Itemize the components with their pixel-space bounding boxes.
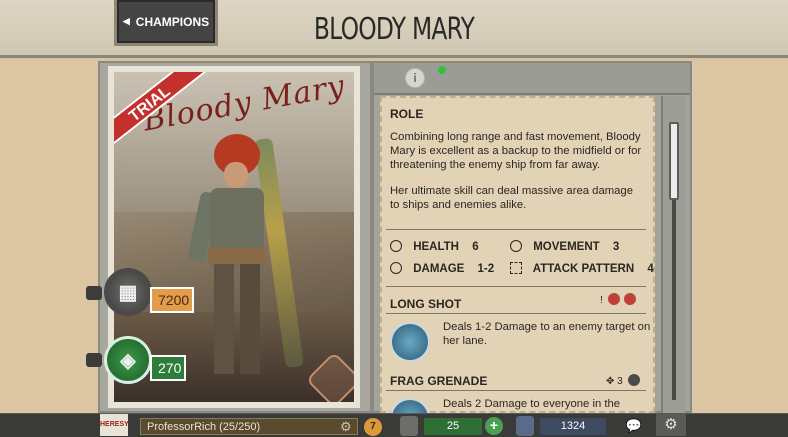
target-ship-icon	[627, 374, 640, 386]
ability-tag-text: 3	[617, 376, 623, 387]
gold-currency-button[interactable]: ▦	[104, 268, 152, 316]
character-leg	[214, 264, 234, 374]
divider	[386, 313, 646, 314]
settings-gear-icon[interactable]: ⚙	[656, 414, 686, 436]
player-profile[interactable]: ProfessorRich (25/250)	[140, 418, 358, 435]
stat-movement-label: MOVEMENT	[533, 241, 600, 253]
premium-gem-icon: ◈	[120, 349, 136, 372]
bubble-knob	[86, 353, 102, 367]
stat-health: HEALTH 6	[390, 240, 479, 253]
back-button-label: CHAMPIONS	[135, 14, 210, 29]
green-price: 270	[150, 355, 186, 381]
currency-coin-icon	[400, 416, 418, 436]
stat-damage: DAMAGE 1-2	[390, 262, 494, 275]
divider	[386, 390, 646, 391]
green-currency-amount: 25	[424, 418, 482, 435]
bubble-knob	[86, 286, 102, 300]
stat-attack-pattern-value: 4	[647, 263, 654, 275]
stat-attack-pattern: ATTACK PATTERN 4	[510, 262, 654, 275]
role-description: Combining long range and fast movement, …	[390, 131, 642, 171]
green-currency-button[interactable]: ◈	[104, 336, 152, 384]
divider	[386, 229, 646, 230]
stat-movement: MOVEMENT 3	[510, 240, 619, 253]
info-icon[interactable]: i	[405, 68, 425, 88]
long-shot-icon[interactable]	[390, 322, 430, 362]
stat-health-label: HEALTH	[413, 241, 459, 253]
area-pattern-icon: ✥	[606, 376, 615, 387]
target-enemy-icon	[607, 293, 620, 305]
player-level-badge: 7	[364, 418, 382, 436]
crosshair-icon	[510, 240, 522, 252]
add-currency-button[interactable]: +	[485, 417, 503, 435]
cash-icon	[516, 416, 534, 436]
skull-icon	[390, 262, 402, 274]
ability-name: LONG SHOT	[390, 297, 462, 311]
character-face	[224, 162, 248, 188]
ability-description: Deals 2 Damage to everyone in the	[443, 398, 621, 410]
stat-damage-label: DAMAGE	[413, 263, 465, 275]
stat-movement-value: 3	[612, 241, 620, 253]
role-ultimate-description: Her ultimate skill can deal massive area…	[390, 185, 633, 211]
ability-description: Deals 1-2 Damage to an enemy target on h…	[443, 321, 651, 347]
ability-tags: ✥ 3	[606, 374, 640, 387]
character-belt	[208, 248, 266, 264]
character-leg	[240, 264, 260, 374]
divider	[386, 286, 646, 287]
role-heading: ROLE	[390, 107, 424, 121]
stat-attack-pattern-label: ATTACK PATTERN	[532, 263, 635, 275]
scroll-thumb[interactable]	[669, 122, 679, 200]
right-margin-panel	[692, 61, 788, 413]
game-logo[interactable]: HERESY	[100, 414, 129, 436]
target-ship-icon	[624, 293, 637, 305]
chat-icon[interactable]: 💬	[622, 416, 646, 436]
profile-gear-icon[interactable]: ⚙	[340, 418, 352, 435]
heart-icon	[390, 240, 402, 252]
cash-amount: 1324	[540, 418, 606, 435]
gold-price: 7200	[150, 287, 194, 313]
ability-name: FRAG GRENADE	[390, 374, 488, 388]
stat-health-value: 6	[472, 241, 479, 253]
status-indicator-icon	[438, 66, 446, 74]
ability-tag-text: !	[600, 295, 603, 306]
attack-pattern-icon	[510, 262, 522, 274]
champions-back-button[interactable]: ◀ CHAMPIONS	[114, 0, 218, 46]
ability-tags: !	[600, 293, 637, 306]
left-margin-panel	[0, 61, 98, 413]
gold-coin-icon: ▦	[118, 281, 138, 304]
scroll-rail	[672, 200, 676, 400]
stat-damage-value: 1-2	[477, 263, 495, 275]
back-arrow-icon: ◀	[122, 16, 130, 26]
